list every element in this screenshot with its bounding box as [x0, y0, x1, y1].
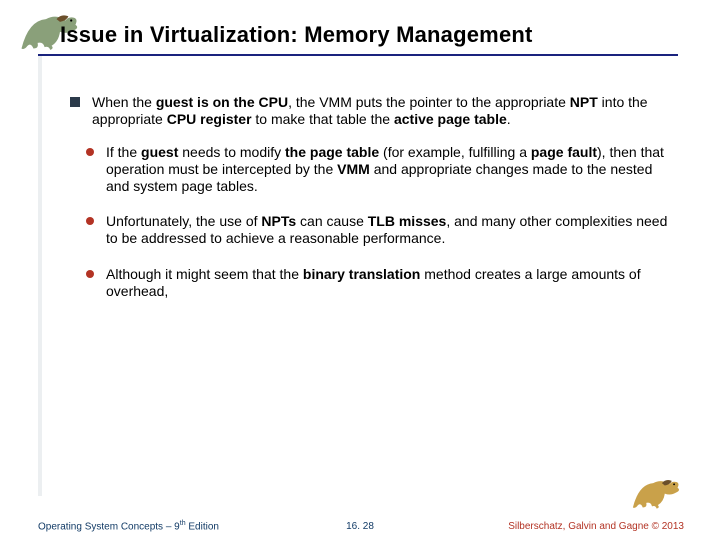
circle-bullet-icon [86, 270, 94, 278]
square-bullet-icon [70, 97, 80, 107]
bullet-item: When the guest is on the CPU, the VMM pu… [70, 94, 674, 128]
bullet-text: If the guest needs to modify the page ta… [106, 144, 674, 195]
slide-content: When the guest is on the CPU, the VMM pu… [70, 94, 674, 318]
title-underline [38, 54, 678, 56]
slide-title: Issue in Virtualization: Memory Manageme… [60, 22, 533, 48]
circle-bullet-icon [86, 148, 94, 156]
slide: Issue in Virtualization: Memory Manageme… [0, 0, 720, 540]
bullet-text: Although it might seem that the binary t… [106, 266, 674, 300]
left-margin-stripe [38, 56, 42, 496]
bullet-item: Unfortunately, the use of NPTs can cause… [86, 213, 674, 247]
bullet-item: Although it might seem that the binary t… [86, 266, 674, 300]
dinosaur-logo-bottom-right [630, 472, 688, 514]
bullet-item: If the guest needs to modify the page ta… [86, 144, 674, 195]
footer-right: Silberschatz, Galvin and Gagne © 2013 [508, 521, 684, 532]
circle-bullet-icon [86, 217, 94, 225]
slide-footer: Operating System Concepts – 9th Edition … [0, 516, 720, 534]
bullet-text: When the guest is on the CPU, the VMM pu… [92, 94, 674, 128]
bullet-text: Unfortunately, the use of NPTs can cause… [106, 213, 674, 247]
